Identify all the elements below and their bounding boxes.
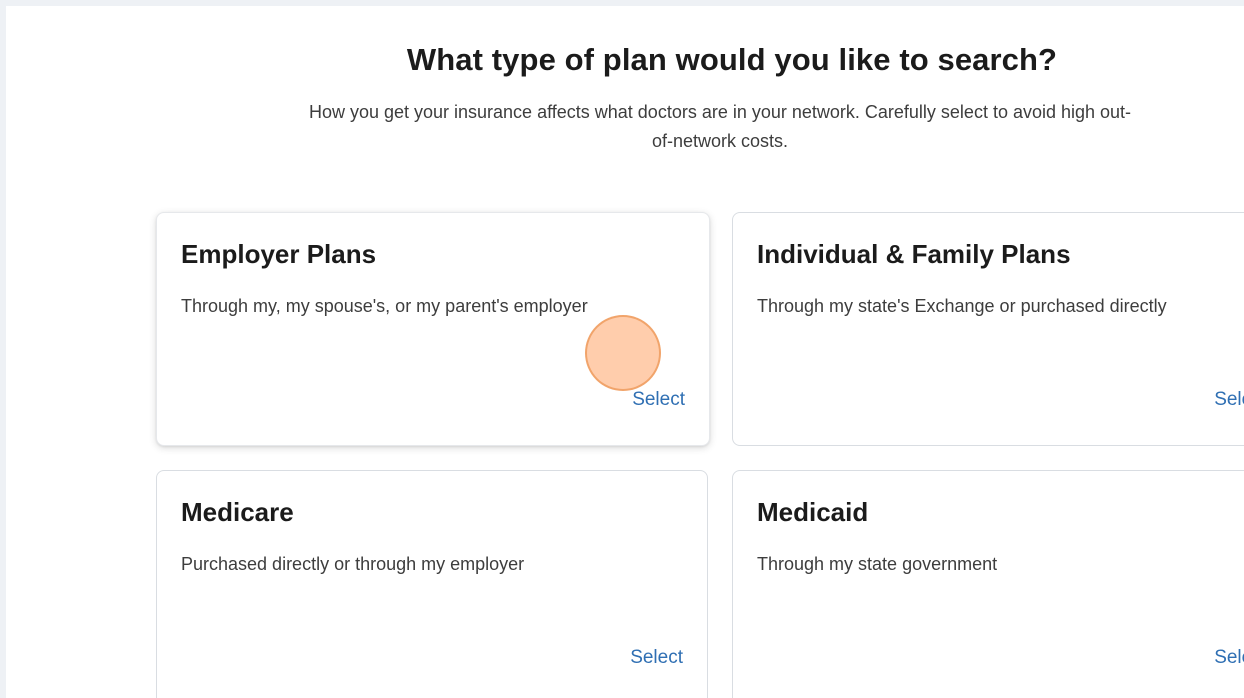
select-individual-family-plans-button[interactable]: Select (1214, 389, 1244, 411)
plan-card-description: Through my state's Exchange or purchased… (757, 296, 1167, 316)
plan-card-description: Purchased directly or through my employe… (181, 554, 525, 574)
select-medicare-button[interactable]: Select (630, 647, 683, 669)
plan-card-title: Employer Plans (181, 239, 377, 269)
plan-card-individual-family[interactable]: Individual & Family Plans Through my sta… (732, 212, 1244, 446)
select-medicaid-button[interactable]: Select (1214, 647, 1244, 669)
page-subtitle: How you get your insurance affects what … (308, 102, 1132, 151)
page-frame: What type of plan would you like to sear… (0, 0, 1244, 698)
plan-card-title: Individual & Family Plans (757, 239, 1071, 269)
plan-card-employer[interactable]: Employer Plans Through my, my spouse's, … (156, 212, 710, 446)
plan-card-medicare[interactable]: Medicare Purchased directly or through m… (156, 470, 708, 698)
plan-type-panel: What type of plan would you like to sear… (6, 6, 1244, 698)
select-employer-plans-button[interactable]: Select (632, 389, 685, 411)
plan-card-title: Medicaid (757, 497, 869, 527)
page-title: What type of plan would you like to sear… (406, 42, 1058, 77)
plan-card-description: Through my state government (757, 554, 998, 574)
plan-card-title: Medicare (181, 497, 294, 527)
plan-card-medicaid[interactable]: Medicaid Through my state government Sel… (732, 470, 1244, 698)
plan-card-description: Through my, my spouse's, or my parent's … (181, 296, 588, 316)
